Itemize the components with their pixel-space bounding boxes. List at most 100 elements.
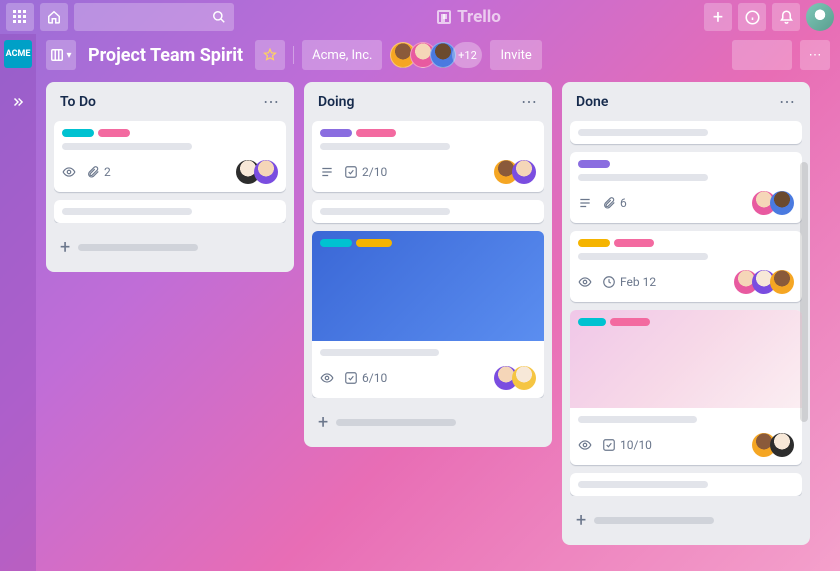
divider — [293, 46, 294, 64]
add-card-placeholder — [78, 244, 198, 251]
brand-text: Trello — [457, 7, 501, 27]
list-cards: 2 — [54, 121, 286, 223]
member-avatar[interactable] — [770, 270, 794, 294]
board-header: ▾ Project Team Spirit Acme, Inc. +12 Inv… — [36, 34, 840, 76]
watch-badge — [578, 275, 592, 289]
list-cards: 2/10 6/10 — [312, 121, 544, 398]
workspace-badge[interactable]: ACME — [4, 40, 32, 68]
member-avatar[interactable] — [512, 366, 536, 390]
list-title[interactable]: Done — [576, 94, 608, 110]
card-members — [236, 160, 278, 184]
board-icon — [50, 48, 64, 62]
trello-logo-icon — [437, 10, 451, 24]
member-avatar[interactable] — [770, 191, 794, 215]
plus-icon: + — [60, 237, 70, 258]
card-label — [320, 129, 352, 137]
card[interactable] — [570, 121, 802, 144]
add-card-button[interactable]: + — [54, 231, 286, 264]
workspace-button[interactable]: Acme, Inc. — [302, 40, 382, 70]
lists-container: To Do ⋯ 2 + Doing ⋯ 2/10 6/10 + Done ⋯ 6 Feb 12 10/10… — [36, 76, 840, 571]
card-badges: 6/10 — [320, 371, 387, 385]
add-card-placeholder — [336, 419, 456, 426]
card-cover — [312, 231, 544, 341]
create-button[interactable]: + — [704, 3, 732, 31]
card-label — [610, 318, 650, 326]
card[interactable] — [312, 200, 544, 223]
plus-icon: + — [576, 510, 586, 531]
watch-badge — [62, 165, 76, 179]
list-menu-button[interactable]: ⋯ — [263, 92, 280, 111]
card-members — [752, 191, 794, 215]
member-avatar[interactable] — [512, 160, 536, 184]
list: To Do ⋯ 2 + — [46, 82, 294, 272]
bell-icon — [779, 10, 794, 25]
list-title[interactable]: Doing — [318, 94, 354, 110]
member-avatar[interactable] — [254, 160, 278, 184]
watch-badge — [320, 371, 334, 385]
card-label — [356, 129, 396, 137]
invite-button[interactable]: Invite — [490, 40, 541, 70]
card[interactable]: Feb 12 — [570, 231, 802, 302]
notifications-button[interactable] — [772, 3, 800, 31]
watch-badge — [578, 438, 592, 452]
card[interactable]: 6/10 — [312, 231, 544, 398]
card[interactable]: 2 — [54, 121, 286, 192]
list: Done ⋯ 6 Feb 12 10/10 + — [562, 82, 810, 545]
info-icon — [745, 10, 760, 25]
scrollbar[interactable] — [800, 162, 808, 422]
info-button[interactable] — [738, 3, 766, 31]
expand-sidebar-button[interactable] — [6, 92, 30, 116]
apps-button[interactable] — [6, 3, 34, 31]
checklist-badge: 2/10 — [344, 165, 387, 179]
card-members — [734, 270, 794, 294]
plus-icon: + — [318, 412, 328, 433]
card-badges: Feb 12 — [578, 275, 656, 289]
checklist-badge: 6/10 — [344, 371, 387, 385]
board-members[interactable]: +12 — [390, 42, 482, 68]
card[interactable]: 6 — [570, 152, 802, 223]
card-label — [614, 239, 654, 247]
home-button[interactable] — [40, 3, 68, 31]
list-menu-button[interactable]: ⋯ — [521, 92, 538, 111]
top-bar: Trello + — [0, 0, 840, 34]
board-menu-button[interactable]: ⋯ — [800, 40, 830, 70]
search-icon — [212, 10, 226, 24]
card-label — [578, 239, 610, 247]
card-badges: 6 — [578, 196, 627, 210]
add-card-button[interactable]: + — [312, 406, 544, 439]
user-avatar[interactable] — [806, 3, 834, 31]
star-button[interactable] — [255, 40, 285, 70]
card[interactable] — [54, 200, 286, 223]
list-title[interactable]: To Do — [60, 94, 96, 110]
member-avatar[interactable] — [770, 433, 794, 457]
brand: Trello — [240, 7, 698, 27]
workspace-name: Acme, Inc. — [312, 48, 372, 63]
card-label — [62, 129, 94, 137]
card[interactable]: 2/10 — [312, 121, 544, 192]
card-badges: 10/10 — [578, 438, 652, 452]
description-badge — [578, 196, 592, 210]
add-card-placeholder — [594, 517, 714, 524]
list-menu-button[interactable]: ⋯ — [779, 92, 796, 111]
search-box[interactable] — [74, 3, 234, 31]
attachment-badge: 6 — [602, 196, 627, 210]
list: Doing ⋯ 2/10 6/10 + — [304, 82, 552, 447]
card-label — [356, 239, 392, 247]
card-label — [320, 239, 352, 247]
card[interactable]: 10/10 — [570, 310, 802, 465]
card-members — [494, 366, 536, 390]
card[interactable] — [570, 473, 802, 496]
header-placeholder — [732, 40, 792, 70]
card-label — [98, 129, 130, 137]
board-switcher-button[interactable]: ▾ — [46, 40, 76, 70]
more-members-button[interactable]: +12 — [452, 42, 482, 68]
chevron-right-double-icon — [11, 95, 25, 109]
add-card-button[interactable]: + — [570, 504, 802, 537]
star-icon — [263, 48, 277, 62]
more-icon: ⋯ — [809, 48, 822, 63]
board-title[interactable]: Project Team Spirit — [84, 45, 247, 66]
card-cover — [570, 310, 802, 408]
card-badges: 2/10 — [320, 165, 387, 179]
checklist-badge: 10/10 — [602, 438, 652, 452]
apps-icon — [13, 10, 27, 24]
